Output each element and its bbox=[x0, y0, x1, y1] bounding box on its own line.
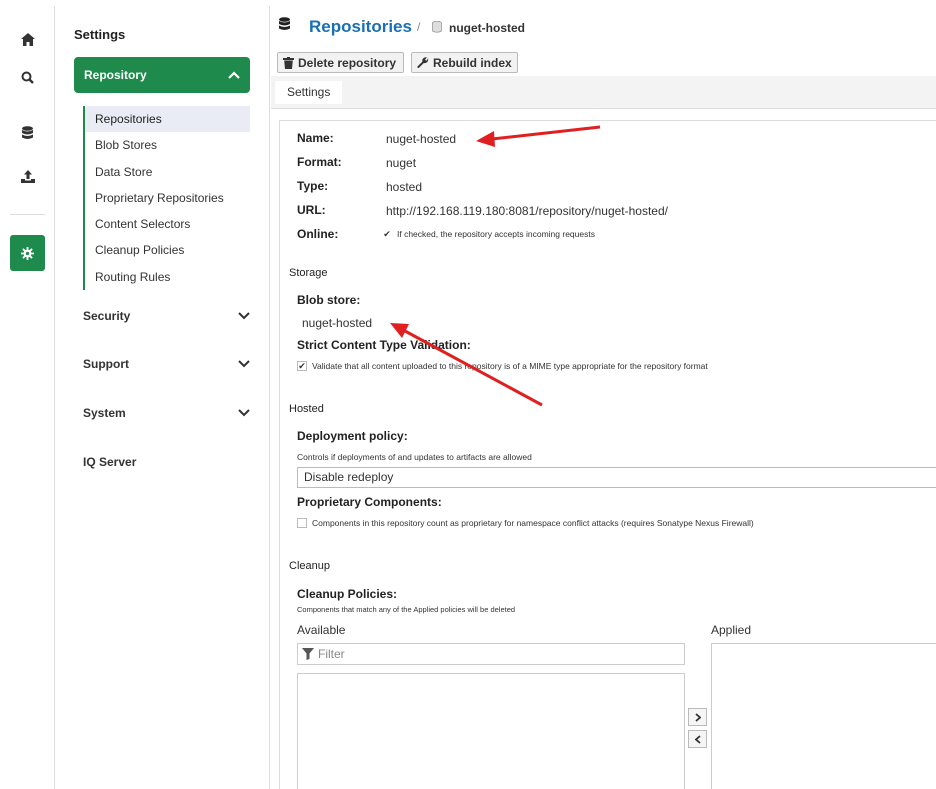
format-value: nuget bbox=[386, 156, 417, 170]
chevron-left-icon bbox=[694, 734, 701, 744]
format-label: Format: bbox=[297, 155, 342, 169]
home-icon[interactable] bbox=[10, 24, 45, 54]
trash-icon bbox=[283, 56, 294, 69]
online-checkbox-row: ✔ If checked, the repository accepts inc… bbox=[382, 229, 595, 239]
tab-bar: Settings bbox=[271, 76, 936, 109]
upload-icon[interactable] bbox=[10, 161, 45, 191]
sidebar-section-iq-server[interactable]: IQ Server bbox=[74, 450, 250, 474]
filter-placeholder: Filter bbox=[318, 647, 345, 661]
hosted-section-title: Hosted bbox=[289, 403, 324, 415]
move-left-button[interactable] bbox=[688, 730, 707, 748]
sidebar-item-routing-rules[interactable]: Routing Rules bbox=[85, 264, 250, 290]
online-label: Online: bbox=[297, 227, 339, 241]
applied-policies-list[interactable] bbox=[711, 643, 936, 789]
sidebar-section-label: System bbox=[83, 406, 126, 420]
deployment-policy-label: Deployment policy: bbox=[297, 429, 408, 443]
cleanup-policies-help: Components that match any of the Applied… bbox=[297, 605, 516, 614]
delete-repository-label: Delete repository bbox=[298, 55, 397, 70]
strict-validation-row: ✔ Validate that all content uploaded to … bbox=[297, 361, 708, 371]
main-content: Repositories / nuget-hosted Delete repos… bbox=[271, 6, 936, 789]
proprietary-components-row: Components in this repository count as p… bbox=[297, 518, 754, 528]
database-icon bbox=[279, 17, 290, 34]
chevron-down-icon bbox=[238, 409, 250, 417]
database-icon[interactable] bbox=[10, 118, 45, 148]
sidebar-item-repository[interactable]: Repository bbox=[74, 57, 250, 93]
breadcrumb-separator: / bbox=[417, 20, 421, 34]
proprietary-components-checkbox[interactable] bbox=[297, 518, 307, 528]
settings-sidebar: Settings Repository Repositories Blob St… bbox=[55, 6, 270, 789]
proprietary-components-help: Components in this repository count as p… bbox=[312, 518, 754, 528]
proprietary-components-label: Proprietary Components: bbox=[297, 495, 442, 509]
name-label: Name: bbox=[297, 131, 334, 145]
repository-submenu: Repositories Blob Stores Data Store Prop… bbox=[83, 106, 250, 291]
name-value: nuget-hosted bbox=[386, 132, 457, 146]
applied-label: Applied bbox=[711, 623, 752, 637]
available-label: Available bbox=[297, 623, 346, 637]
chevron-up-icon bbox=[228, 71, 240, 79]
type-label: Type: bbox=[297, 179, 329, 193]
cleanup-section-title: Cleanup bbox=[289, 560, 330, 572]
deployment-policy-select[interactable]: Disable redeploy bbox=[297, 467, 936, 488]
move-right-button[interactable] bbox=[688, 708, 707, 726]
sidebar-item-blob-stores[interactable]: Blob Stores bbox=[85, 132, 250, 158]
strict-validation-help: Validate that all content uploaded to th… bbox=[312, 361, 708, 371]
sidebar-section-support[interactable]: Support bbox=[74, 352, 250, 376]
url-label: URL: bbox=[297, 203, 326, 217]
chevron-down-icon bbox=[238, 312, 250, 320]
sidebar-item-proprietary-repositories[interactable]: Proprietary Repositories bbox=[85, 185, 250, 211]
url-value[interactable]: http://192.168.119.180:8081/repository/n… bbox=[386, 204, 668, 218]
online-checkbox[interactable]: ✔ bbox=[382, 229, 392, 239]
icon-rail bbox=[0, 6, 55, 789]
sidebar-section-label: Support bbox=[83, 357, 129, 371]
filter-input[interactable]: Filter bbox=[297, 643, 685, 665]
online-help: If checked, the repository accepts incom… bbox=[397, 229, 595, 239]
strict-validation-label: Strict Content Type Validation: bbox=[297, 338, 471, 352]
gear-icon[interactable] bbox=[10, 235, 45, 271]
sidebar-item-content-selectors[interactable]: Content Selectors bbox=[85, 211, 250, 237]
available-policies-list[interactable] bbox=[297, 673, 685, 789]
strict-validation-checkbox[interactable]: ✔ bbox=[297, 361, 307, 371]
cleanup-policies-label: Cleanup Policies: bbox=[297, 587, 398, 601]
sidebar-item-cleanup-policies[interactable]: Cleanup Policies bbox=[85, 237, 250, 263]
storage-section-title: Storage bbox=[289, 267, 328, 279]
deployment-policy-help: Controls if deployments of and updates t… bbox=[297, 452, 532, 462]
rail-divider bbox=[10, 214, 45, 215]
sidebar-item-label: Repository bbox=[84, 68, 147, 82]
sidebar-section-label: IQ Server bbox=[83, 455, 137, 469]
tab-settings[interactable]: Settings bbox=[275, 81, 343, 104]
filter-icon bbox=[302, 648, 314, 660]
blob-store-value: nuget-hosted bbox=[302, 316, 373, 330]
breadcrumb-repositories[interactable]: Repositories bbox=[309, 17, 412, 37]
blob-store-label: Blob store: bbox=[297, 293, 361, 307]
breadcrumb-current: nuget-hosted bbox=[449, 21, 525, 35]
sidebar-item-data-store[interactable]: Data Store bbox=[85, 159, 250, 185]
rebuild-index-button[interactable]: Rebuild index bbox=[411, 52, 518, 73]
repository-settings-form: Name: nuget-hosted Format: nuget Type: h… bbox=[279, 120, 936, 789]
sidebar-title: Settings bbox=[74, 27, 126, 42]
sidebar-section-security[interactable]: Security bbox=[74, 304, 250, 328]
type-value: hosted bbox=[386, 180, 423, 194]
sidebar-section-label: Security bbox=[83, 309, 131, 323]
rebuild-index-label: Rebuild index bbox=[433, 55, 512, 70]
delete-repository-button[interactable]: Delete repository bbox=[277, 52, 404, 73]
sidebar-item-repositories[interactable]: Repositories bbox=[85, 106, 250, 133]
chevron-down-icon bbox=[238, 360, 250, 368]
sidebar-section-system[interactable]: System bbox=[74, 401, 250, 425]
repository-icon bbox=[432, 20, 442, 36]
wrench-icon bbox=[417, 56, 429, 68]
chevron-right-icon bbox=[694, 712, 701, 722]
search-icon[interactable] bbox=[10, 62, 45, 92]
